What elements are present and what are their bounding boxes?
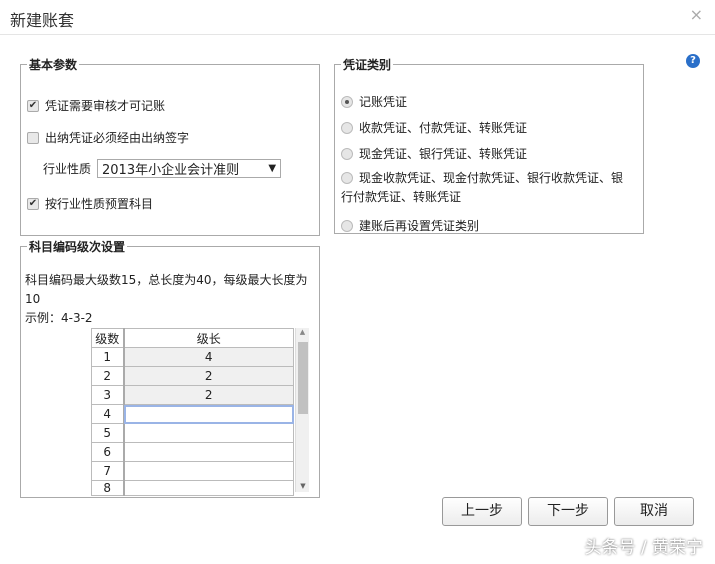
dropdown-arrow-icon: ▼ <box>268 163 277 174</box>
coding-level-table: 级数 级长 14 22 32 4 5 6 7 8 <box>91 328 294 496</box>
voucher-option-label: 记账凭证 <box>359 95 408 109</box>
coding-level-legend: 科目编码级次设置 <box>29 240 126 254</box>
help-icon[interactable]: ? <box>686 54 700 68</box>
voucher-type-group: 凭证类别 记账凭证 收款凭证、付款凭证、转账凭证 现金凭证、银行凭证、转账凭证 … <box>334 56 644 234</box>
coding-level-group: 科目编码级次设置 科目编码最大级数15，总长度为40，每级最大长度为10 示例：… <box>20 238 320 498</box>
radio-icon <box>341 172 353 184</box>
level-length-cell[interactable] <box>123 423 294 443</box>
next-button[interactable]: 下一步 <box>528 497 608 526</box>
checkbox-unchecked-icon <box>27 131 39 144</box>
cashier-sign-label: 出纳凭证必须经由出纳签字 <box>45 131 190 145</box>
level-number: 8 <box>91 480 125 496</box>
table-row: 22 <box>91 366 294 386</box>
checkbox-checked-icon: ✔ <box>27 197 39 210</box>
industry-row: 行业性质 2013年小企业会计准则 ▼ <box>43 159 282 178</box>
level-length-cell[interactable]: 2 <box>123 366 294 386</box>
level-length-cell[interactable] <box>123 480 294 496</box>
level-length-cell[interactable] <box>123 461 294 481</box>
basic-params-legend: 基本参数 <box>29 58 78 72</box>
level-number: 2 <box>91 366 125 386</box>
radio-icon <box>341 147 353 160</box>
watermark: 头条号 / 黄荣宁 <box>584 538 703 558</box>
scroll-up-icon[interactable]: ▲ <box>296 328 309 336</box>
table-row: 8 <box>91 480 294 496</box>
header-length: 级长 <box>123 328 294 348</box>
voucher-option-2[interactable]: 收款凭证、付款凭证、转账凭证 <box>341 119 527 136</box>
table-row: 5 <box>91 423 294 443</box>
level-number: 5 <box>91 423 125 443</box>
coding-desc: 科目编码最大级数15，总长度为40，每级最大长度为10 <box>25 273 308 306</box>
checkbox-checked-icon: ✔ <box>27 99 39 112</box>
need-audit-label: 凭证需要审核才可记账 <box>45 99 166 113</box>
close-icon[interactable]: × <box>690 5 703 24</box>
voucher-type-legend: 凭证类别 <box>343 58 392 72</box>
radio-icon <box>341 121 353 134</box>
header-divider <box>0 34 715 35</box>
basic-params-group: 基本参数 ✔ 凭证需要审核才可记账 出纳凭证必须经由出纳签字 行业性质 2013年… <box>20 56 320 236</box>
preset-checkbox[interactable]: ✔ 按行业性质预置科目 <box>27 195 153 212</box>
voucher-option-label: 现金收款凭证、现金付款凭证、银行收款凭证、银行付款凭证、转账凭证 <box>341 171 624 204</box>
prev-button[interactable]: 上一步 <box>442 497 522 526</box>
voucher-option-label: 建账后再设置凭证类别 <box>359 219 480 233</box>
table-scrollbar[interactable]: ▲ ▼ <box>295 328 309 492</box>
scrollbar-thumb[interactable] <box>298 342 308 414</box>
table-header: 级数 级长 <box>91 328 294 348</box>
level-number: 4 <box>91 404 125 424</box>
voucher-option-label: 现金凭证、银行凭证、转账凭证 <box>359 147 528 161</box>
table-row: 6 <box>91 442 294 462</box>
voucher-option-4[interactable]: 现金收款凭证、现金付款凭证、银行收款凭证、银行付款凭证、转账凭证 <box>341 169 631 207</box>
preset-label: 按行业性质预置科目 <box>45 197 154 211</box>
cancel-button[interactable]: 取消 <box>614 497 694 526</box>
level-length-cell[interactable]: 4 <box>123 347 294 367</box>
header-level: 级数 <box>91 328 125 348</box>
industry-select[interactable]: 2013年小企业会计准则 ▼ <box>97 159 282 178</box>
industry-label: 行业性质 <box>43 162 92 176</box>
voucher-option-3[interactable]: 现金凭证、银行凭证、转账凭证 <box>341 145 527 162</box>
voucher-option-5[interactable]: 建账后再设置凭证类别 <box>341 217 479 234</box>
level-number: 7 <box>91 461 125 481</box>
dialog-title: 新建账套 <box>10 11 75 30</box>
radio-selected-icon <box>341 95 353 108</box>
table-row: 14 <box>91 347 294 367</box>
industry-value: 2013年小企业会计准则 <box>102 163 240 178</box>
need-audit-checkbox[interactable]: ✔ 凭证需要审核才可记账 <box>27 97 165 114</box>
level-length-input[interactable] <box>123 404 294 424</box>
scroll-down-icon[interactable]: ▼ <box>296 482 310 490</box>
table-row: 32 <box>91 385 294 405</box>
radio-icon <box>341 219 353 232</box>
level-number: 6 <box>91 442 125 462</box>
cashier-sign-checkbox[interactable]: 出纳凭证必须经由出纳签字 <box>27 129 189 146</box>
table-row: 7 <box>91 461 294 481</box>
level-length-cell[interactable] <box>123 442 294 462</box>
voucher-option-label: 收款凭证、付款凭证、转账凭证 <box>359 121 528 135</box>
coding-example: 示例：4-3-2 <box>25 311 93 325</box>
table-row: 4 <box>91 404 294 424</box>
voucher-option-1[interactable]: 记账凭证 <box>341 93 407 110</box>
level-length-cell[interactable]: 2 <box>123 385 294 405</box>
level-number: 3 <box>91 385 125 405</box>
level-number: 1 <box>91 347 125 367</box>
